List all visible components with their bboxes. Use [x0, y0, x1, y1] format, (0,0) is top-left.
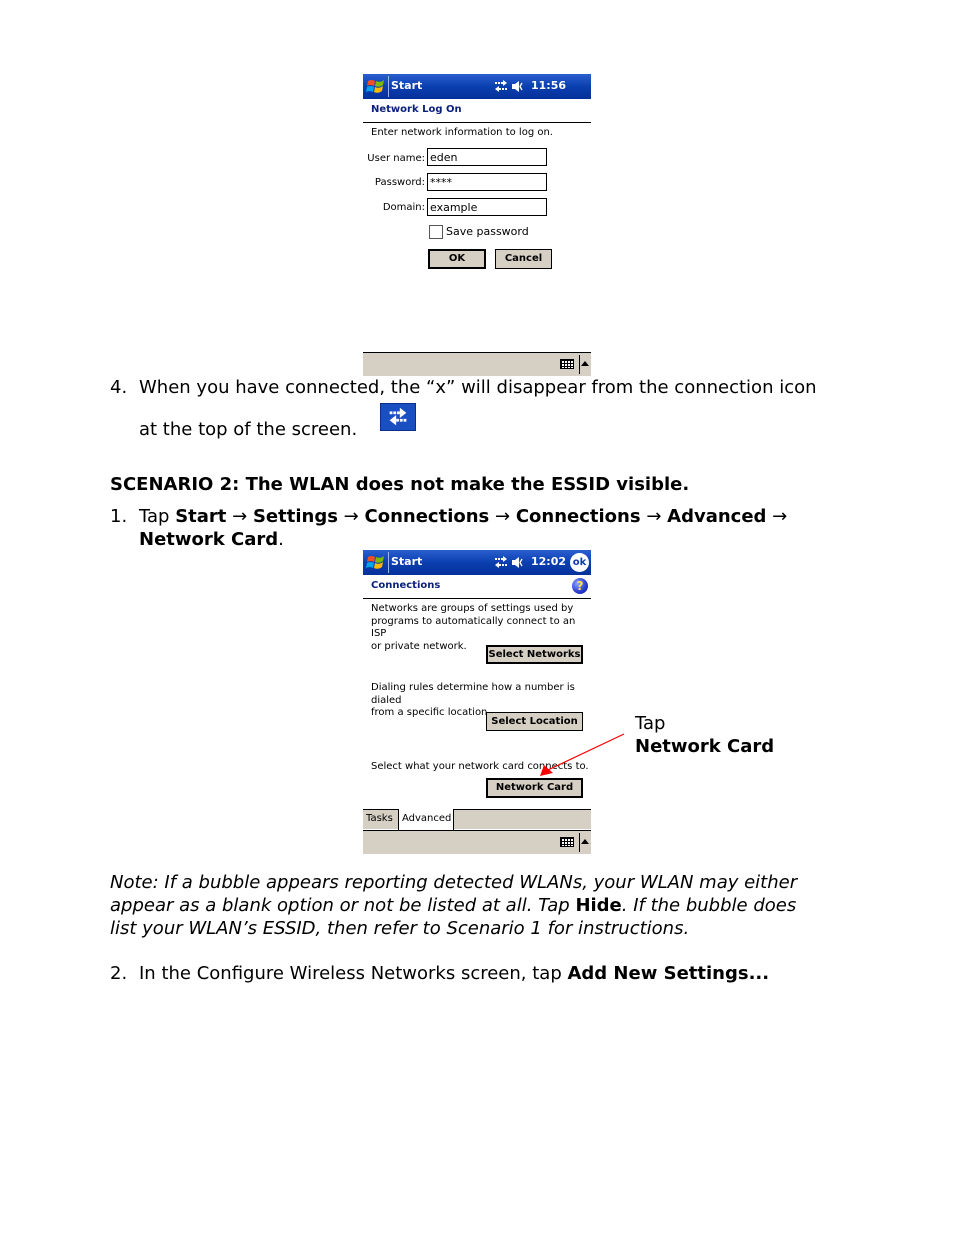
clock[interactable]: 11:56	[531, 79, 566, 92]
step-4-line-1: When you have connected, the “x” will di…	[139, 377, 817, 398]
select-networks-button[interactable]: Select Networks	[486, 645, 583, 664]
title-separator	[388, 76, 389, 97]
callout-arrowhead	[540, 765, 553, 776]
step-1-prefix: Tap	[139, 506, 176, 527]
path-advanced: Advanced	[667, 506, 767, 527]
note-text: . If the bubble does	[621, 895, 797, 916]
input-menu-arrow-icon[interactable]	[581, 361, 589, 366]
header-divider	[363, 122, 591, 123]
header-divider	[363, 598, 591, 599]
note-text: appear as a blank option or not be liste…	[110, 895, 576, 916]
connection-icon[interactable]	[494, 80, 508, 93]
input-menu-arrow-icon[interactable]	[581, 839, 589, 844]
pane-title: Connections	[371, 580, 441, 591]
text-line: Dialing rules determine how a number is …	[371, 682, 575, 706]
pane-title: Network Log On	[371, 104, 462, 115]
ok-icon[interactable]: ok	[570, 553, 589, 572]
title-separator	[388, 552, 389, 573]
step-4-number: 4.	[110, 377, 128, 398]
note-paragraph: Note: If a bubble appears reporting dete…	[110, 871, 850, 940]
save-password-label[interactable]: Save password	[446, 225, 529, 239]
speaker-icon[interactable]	[511, 80, 525, 93]
callout-arrow-icon	[540, 733, 625, 776]
path-arrow: →	[646, 506, 662, 527]
ok-button[interactable]: OK	[428, 249, 486, 269]
path-arrow: →	[495, 506, 511, 527]
path-arrow: →	[772, 506, 788, 527]
step-1-suffix: .	[278, 529, 284, 550]
hide-keyword: Hide	[575, 895, 622, 916]
step-1-text: Tap Start → Settings → Connections → Con…	[139, 505, 859, 551]
windows-logo-icon[interactable]	[366, 77, 386, 96]
path-arrow: →	[232, 506, 248, 527]
add-new-settings-keyword: Add New Settings...	[567, 963, 770, 984]
tab-tasks[interactable]: Tasks	[363, 809, 399, 830]
input-bar-separator	[579, 355, 580, 374]
start-menu-label[interactable]: Start	[391, 79, 422, 92]
cancel-button[interactable]: Cancel	[495, 249, 552, 269]
start-menu-label[interactable]: Start	[391, 555, 422, 568]
scenario-2-heading: SCENARIO 2: The WLAN does not make the E…	[110, 474, 690, 495]
step-2-number: 2.	[110, 963, 128, 984]
callout-line-2: Network Card	[635, 736, 775, 757]
text-line: Networks are groups of settings used by	[371, 603, 574, 614]
input-bar-separator	[579, 833, 580, 852]
instruction-text: Enter network information to log on.	[371, 127, 553, 138]
tab-advanced[interactable]: Advanced	[398, 809, 454, 830]
network-logon-screenshot: Start 11:56 Network Log On Enter network…	[363, 74, 591, 376]
note-line-3: list your WLAN’s ESSID, then refer to Sc…	[110, 918, 690, 939]
username-field[interactable]: eden	[427, 148, 547, 166]
step-2-text: In the Configure Wireless Networks scree…	[139, 962, 769, 985]
keyboard-icon[interactable]	[560, 837, 574, 847]
domain-field[interactable]: example	[427, 198, 547, 216]
save-password-checkbox[interactable]	[429, 225, 443, 239]
text-line: programs to automatically connect to an …	[371, 615, 576, 640]
path-settings: Settings	[252, 506, 338, 527]
callout-line-1: Tap	[635, 713, 666, 734]
callout-text: Tap Network Card	[635, 712, 774, 758]
title-bar: Start 11:56	[363, 74, 591, 99]
domain-label: Domain:	[382, 202, 425, 213]
help-icon[interactable]: ?	[572, 578, 588, 594]
keyboard-icon[interactable]	[560, 359, 574, 369]
step-4-line-2: at the top of the screen.	[139, 419, 358, 440]
step-2-instruction: In the Configure Wireless Networks scree…	[139, 963, 568, 984]
path-network-card: Network Card	[139, 529, 279, 550]
input-bar	[363, 352, 591, 376]
password-field[interactable]: ****	[427, 173, 547, 191]
windows-logo-icon[interactable]	[366, 553, 386, 572]
speaker-icon[interactable]	[511, 556, 525, 569]
connection-icon	[380, 403, 416, 431]
connection-icon[interactable]	[494, 556, 508, 569]
password-label: Password:	[374, 177, 425, 188]
tab-strip: Tasks Advanced	[363, 809, 591, 830]
title-bar: Start 12:02 ok	[363, 550, 591, 575]
path-connections: Connections	[364, 506, 490, 527]
input-bar	[363, 830, 591, 854]
note-line-2: appear as a blank option or not be liste…	[110, 894, 850, 917]
path-start: Start	[175, 506, 227, 527]
username-label: User name:	[367, 153, 425, 164]
path-connections-2: Connections	[515, 506, 641, 527]
note-line-1: Note: If a bubble appears reporting dete…	[110, 872, 798, 893]
clock[interactable]: 12:02	[531, 555, 566, 568]
path-arrow: →	[343, 506, 359, 527]
step-1-number: 1.	[110, 506, 128, 527]
connections-screenshot: Start 12:02 ok Connections ? Networks ar…	[363, 550, 591, 854]
